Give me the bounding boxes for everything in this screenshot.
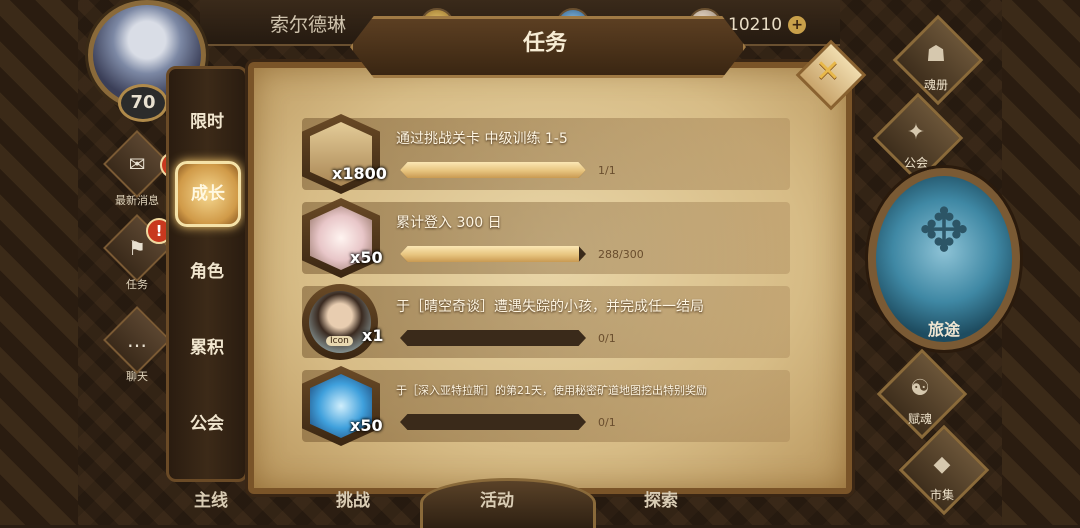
progress-bar <box>400 330 586 346</box>
nav-main-story[interactable]: 主线 <box>194 486 228 511</box>
player-name: 索尔德琳 <box>270 14 347 36</box>
reward-count: x50 <box>350 416 383 435</box>
progress-text: 288/300 <box>598 248 644 261</box>
nav-explore[interactable]: 探索 <box>644 486 678 511</box>
quest-title: 于［深入亚特拉斯］的第21天，使用秘密矿道地图挖出特别奖励 <box>396 384 707 397</box>
tab-guild[interactable]: 公会 <box>169 409 245 434</box>
chat-icon: … <box>103 306 171 374</box>
add-currency-icon[interactable]: + <box>788 16 807 34</box>
quest-title: 通过挑战关卡 中级训练 1-5 <box>396 131 568 147</box>
close-icon[interactable]: ✕ <box>806 50 850 94</box>
nav-challenge[interactable]: 挑战 <box>336 486 370 511</box>
journey-icon: ✥ <box>918 196 970 266</box>
progress-bar <box>400 246 586 262</box>
quest-row[interactable]: x50 累计登入 300 日 288/300 <box>302 198 790 278</box>
reward-frame <box>302 284 378 360</box>
level-badge: 70 <box>118 84 168 122</box>
panel-title: 任务 <box>522 31 567 56</box>
progress-text: 0/1 <box>598 332 616 345</box>
reward-count: x50 <box>350 248 383 267</box>
progress-text: 1/1 <box>598 164 616 177</box>
tab-limited[interactable]: 限时 <box>169 107 245 132</box>
soul-infuse-button[interactable]: ☯ 赋魂 <box>876 348 968 440</box>
soul-book-button[interactable]: ☗ 魂册 <box>892 14 984 106</box>
quest-title: 于［晴空奇谈］遭遇失踪的小孩，并完成任一结局 <box>396 299 704 315</box>
journey-label: 旅途 <box>927 320 960 339</box>
tab-growth[interactable]: 成长 <box>175 161 241 227</box>
progress-text: 0/1 <box>598 416 616 429</box>
soul-book-label: 魂册 <box>923 78 948 92</box>
market-label: 市集 <box>929 488 954 502</box>
nav-event[interactable]: 活动 <box>480 486 514 511</box>
quest-title: 累计登入 300 日 <box>396 215 502 231</box>
quest-row[interactable]: x1800 通过挑战关卡 中级训练 1-5 1/1 <box>302 114 790 194</box>
reward-count: x1800 <box>332 164 387 183</box>
chat-button[interactable]: … 聊天 <box>103 306 171 388</box>
left-border-decor <box>0 0 78 525</box>
reward-count: x1 <box>362 326 384 345</box>
reward-badge: Icon <box>326 336 353 346</box>
progress-bar <box>400 162 586 178</box>
quest-row[interactable]: x50 于［深入亚特拉斯］的第21天，使用秘密矿道地图挖出特别奖励 0/1 <box>302 366 790 446</box>
progress-bar <box>400 414 586 430</box>
quest-tab-strip: 限时 成长 角色 累积 公会 <box>166 66 248 482</box>
soul-infuse-label: 赋魂 <box>907 412 932 426</box>
quest-row[interactable]: Icon x1 于［晴空奇谈］遭遇失踪的小孩，并完成任一结局 0/1 <box>302 284 790 360</box>
tab-cumulative[interactable]: 累积 <box>169 333 245 358</box>
tab-character[interactable]: 角色 <box>169 257 245 282</box>
news-button[interactable]: ✉ 最新消息 <box>103 130 171 212</box>
bottom-nav: 主线 挑战 活动 探索 <box>150 478 850 528</box>
market-button[interactable]: ◆ 市集 <box>898 424 990 516</box>
